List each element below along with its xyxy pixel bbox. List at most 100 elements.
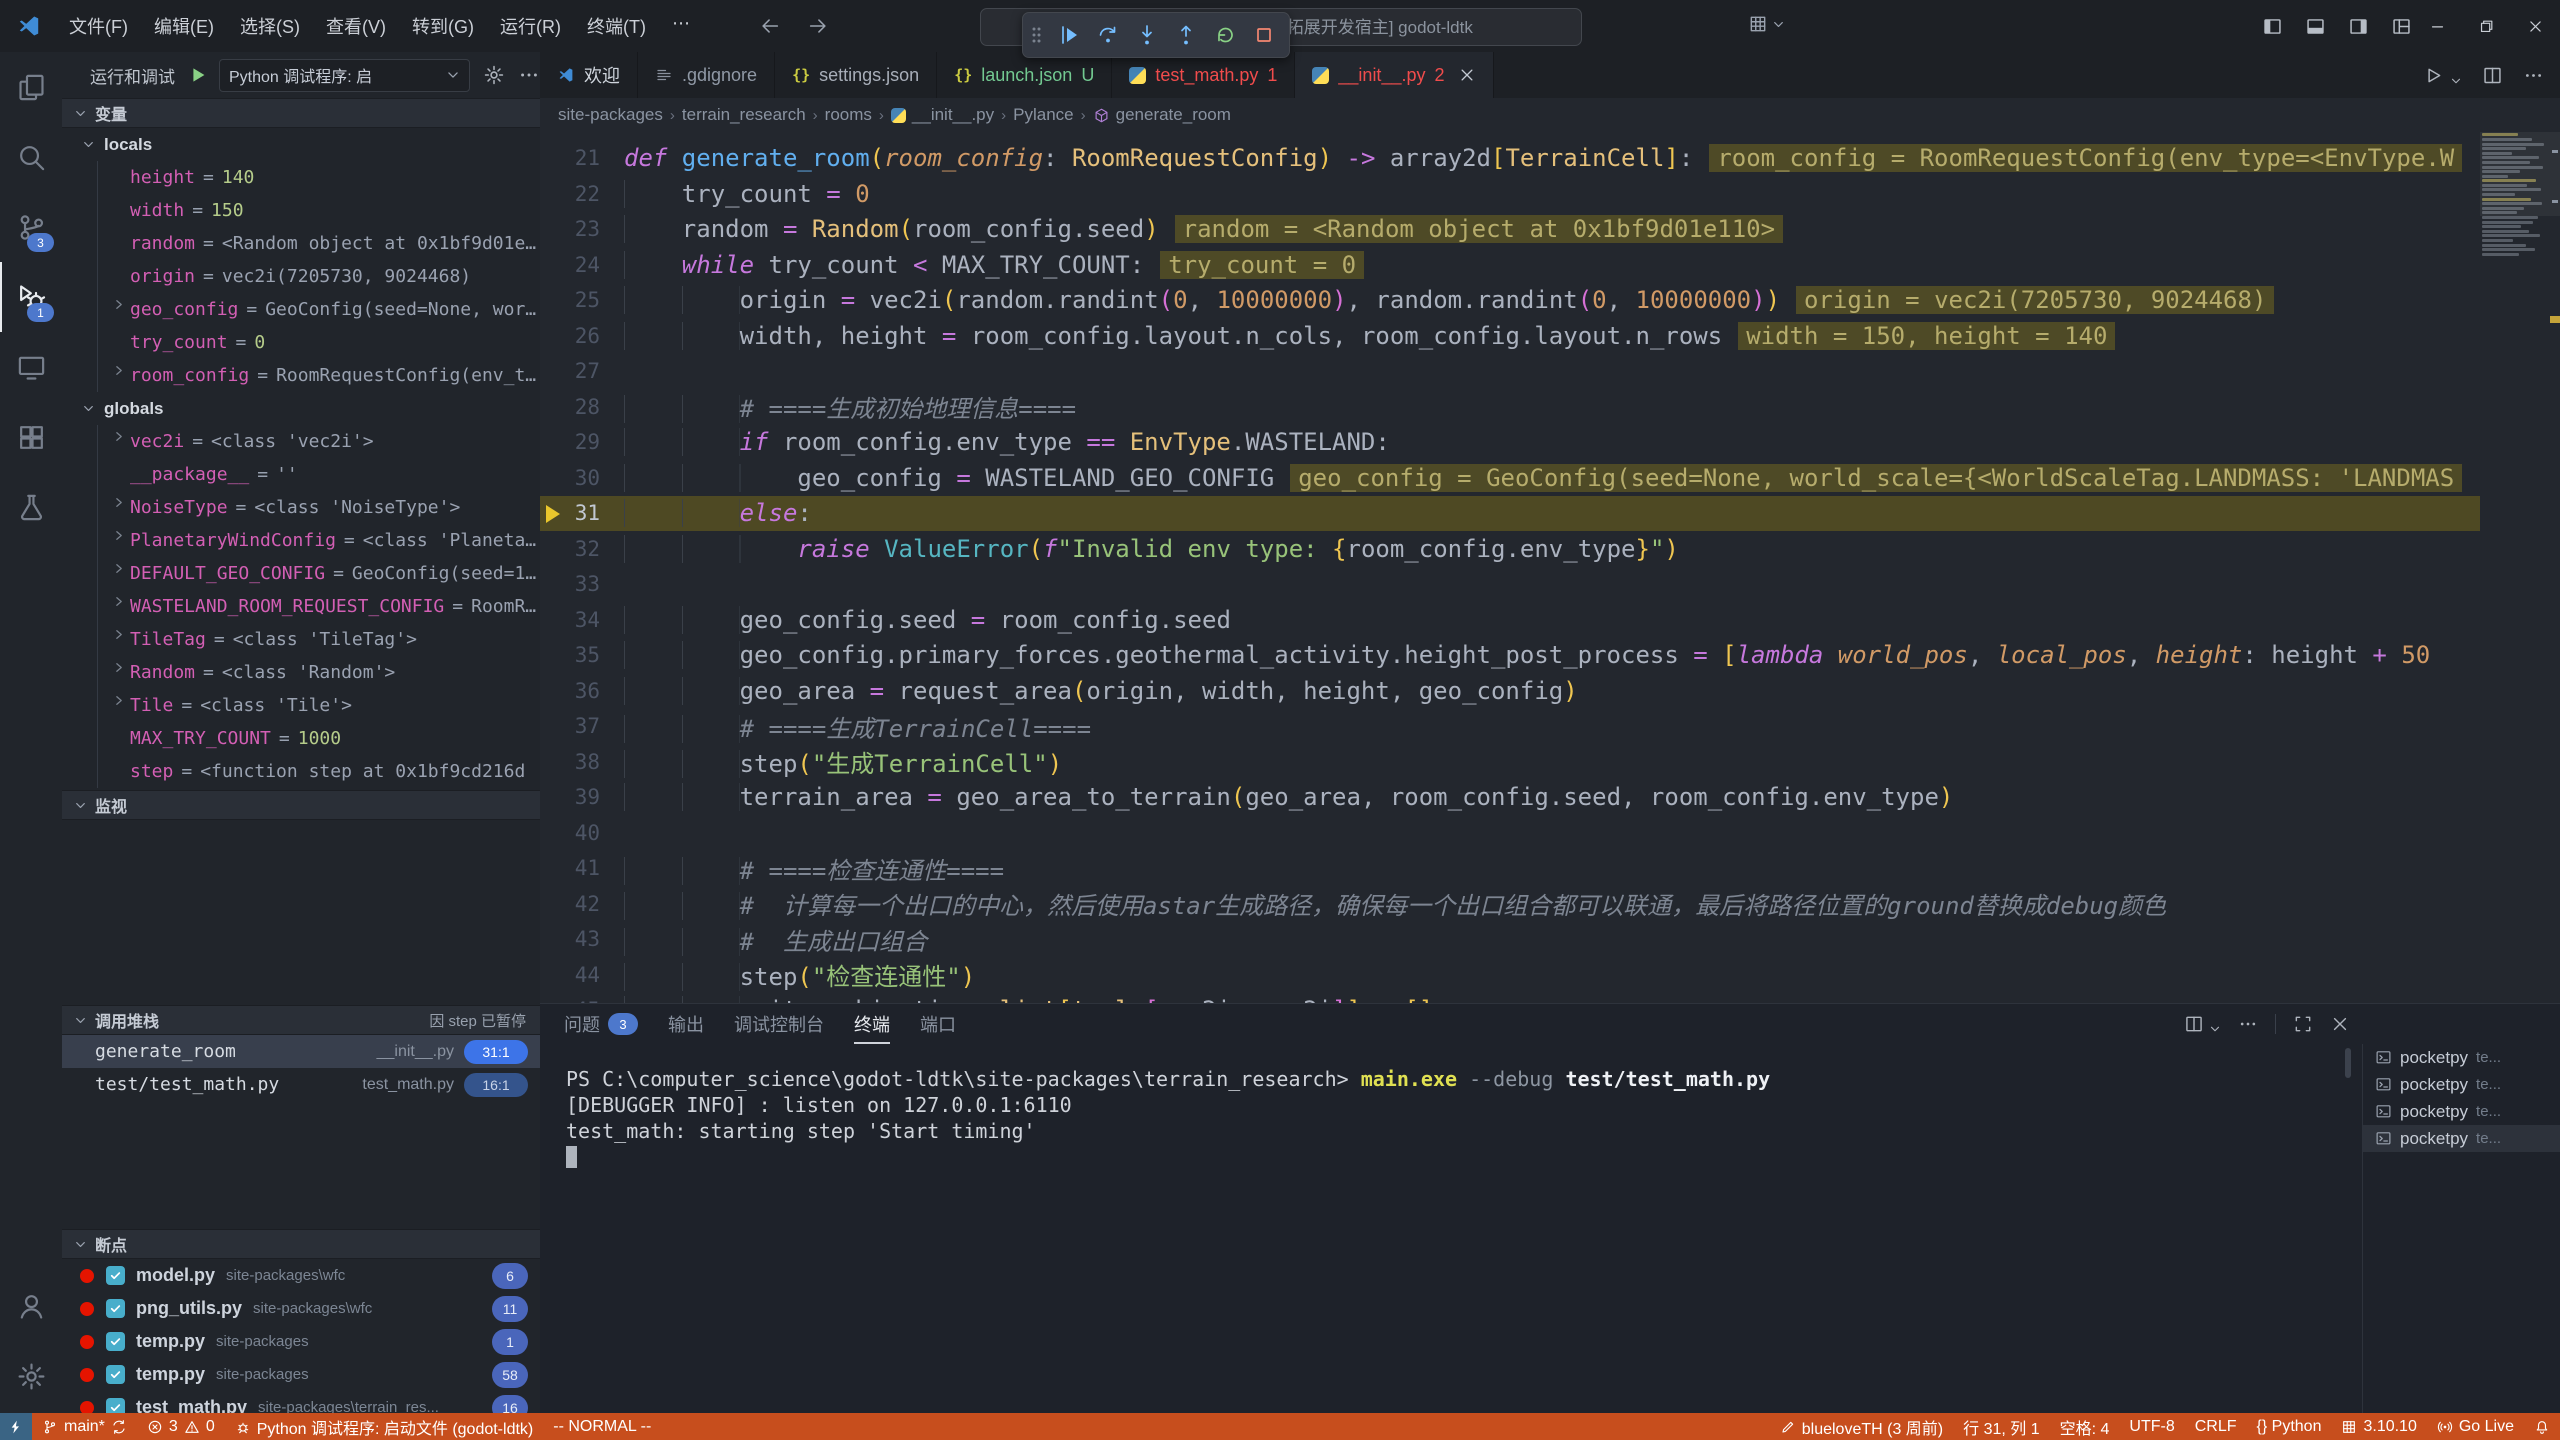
variable-row[interactable]: step=<function step at 0x1bf9cd216d [62, 755, 540, 788]
variable-row[interactable]: WASTELAND_ROOM_REQUEST_CONFIG=RoomR… [62, 590, 540, 623]
code-line-45[interactable]: 45 exit_combinations:list[tuple[vec2i, v… [540, 993, 2480, 1004]
python-version[interactable]: 3.10.10 [2331, 1413, 2426, 1440]
code-line-33[interactable]: 33 [540, 567, 2480, 603]
panel-tab-终端[interactable]: 终端 [854, 1004, 890, 1044]
breakpoint-checkbox[interactable] [106, 1332, 125, 1351]
panel-layout-quickpick[interactable] [1748, 14, 1785, 34]
code-line-27[interactable]: 27 [540, 354, 2480, 390]
variable-row[interactable]: TileTag=<class 'TileTag'> [62, 623, 540, 656]
variable-row[interactable]: Random=<class 'Random'> [62, 656, 540, 689]
tab-settings.json[interactable]: {}settings.json [775, 52, 937, 98]
more-icon[interactable] [2238, 1014, 2258, 1034]
tab-.gdignore[interactable]: .gdignore [638, 52, 775, 98]
code-line-34[interactable]: 34 geo_config.seed = room_config.seed [540, 602, 2480, 638]
variable-row[interactable]: PlanetaryWindConfig=<class 'Planeta… [62, 524, 540, 557]
menu-item[interactable]: 编辑(E) [141, 7, 227, 45]
variables-section-header[interactable]: 变量 [62, 98, 540, 128]
variable-row[interactable]: Tile=<class 'Tile'> [62, 689, 540, 722]
maximize-icon[interactable] [2293, 1014, 2313, 1034]
breadcrumb-item[interactable]: generate_room [1093, 105, 1231, 125]
chevron-down-icon[interactable] [2209, 1023, 2221, 1035]
grid-icon[interactable] [1748, 14, 1768, 34]
debug-settings-gear-button[interactable] [483, 64, 505, 86]
panel-tab-问题[interactable]: 问题3 [564, 1004, 638, 1044]
code-line-35[interactable]: 35 geo_config.primary_forces.geothermal_… [540, 638, 2480, 674]
code-line-21[interactable]: 21def generate_room(room_config: RoomReq… [540, 141, 2480, 177]
terminal-list-item[interactable]: pocketpyte... [2363, 1098, 2560, 1125]
code-line-28[interactable]: 28 # ====生成初始地理信息==== [540, 389, 2480, 425]
menu-item[interactable]: 文件(F) [56, 7, 141, 45]
restart-button[interactable] [1208, 18, 1242, 52]
terminal-list-item[interactable]: pocketpyte... [2363, 1125, 2560, 1152]
code-line-42[interactable]: 42 # 计算每一个出口的中心，然后使用astar生成路径，确保每一个出口组合都… [540, 886, 2480, 922]
code-line-32[interactable]: 32 raise ValueError(f"Invalid env type: … [540, 531, 2480, 567]
breakpoints-section-header[interactable]: 断点 [62, 1229, 540, 1259]
activity-item-account[interactable] [0, 1271, 62, 1341]
cursor-position[interactable]: 行 31, 列 1 [1953, 1413, 2049, 1440]
code-line-41[interactable]: 41 # ====检查连通性==== [540, 851, 2480, 887]
sidebar-right-icon[interactable] [2348, 16, 2369, 37]
gitlens-author[interactable]: blueloveTH (3 周前) [1770, 1413, 1953, 1440]
maximize-button[interactable] [2462, 0, 2511, 52]
activity-item-debug[interactable]: 1 [0, 262, 62, 332]
variable-row[interactable]: height=140 [62, 161, 540, 194]
call-stack-section-header[interactable]: 调用堆栈 因 step 已暂停 [62, 1005, 540, 1035]
panel-tab-调试控制台[interactable]: 调试控制台 [734, 1004, 824, 1044]
stop-button[interactable] [1247, 18, 1281, 52]
activity-item-flask[interactable] [0, 472, 62, 542]
variable-row[interactable]: origin=vec2i(7205730, 9024468) [62, 260, 540, 293]
variable-scope-locals[interactable]: locals [62, 128, 540, 161]
variable-row[interactable]: MAX_TRY_COUNT=1000 [62, 722, 540, 755]
call-stack-frame[interactable]: test/test_math.pytest_math.py16:1 [62, 1068, 540, 1101]
chevron-down-icon[interactable] [2450, 75, 2462, 87]
activity-item-extensions[interactable] [0, 402, 62, 472]
go-live[interactable]: Go Live [2427, 1413, 2524, 1440]
split-icon[interactable] [2184, 1014, 2204, 1034]
play-outline-icon[interactable] [2423, 65, 2444, 86]
code-line-22[interactable]: 22 try_count = 0 [540, 176, 2480, 212]
git-branch[interactable]: main* [32, 1413, 137, 1440]
code-line-26[interactable]: 26 width, height = room_config.layout.n_… [540, 318, 2480, 354]
code-line-20[interactable]: 20 [540, 132, 2480, 141]
close-window-button[interactable] [2511, 0, 2560, 52]
encoding[interactable]: UTF-8 [2119, 1413, 2184, 1440]
breadcrumb-item[interactable]: site-packages [558, 105, 663, 125]
code-line-44[interactable]: 44 step("检查连通性") [540, 957, 2480, 993]
code-line-29[interactable]: 29 if room_config.env_type == EnvType.WA… [540, 425, 2480, 461]
activity-item-search[interactable] [0, 122, 62, 192]
code-editor[interactable]: 2021def generate_room(room_config: RoomR… [540, 132, 2480, 1003]
tab-launch.json[interactable]: {}launch.jsonU [937, 52, 1112, 98]
indentation[interactable]: 空格: 4 [2050, 1413, 2120, 1440]
variable-scope-globals[interactable]: globals [62, 392, 540, 425]
breakpoint-checkbox[interactable] [106, 1398, 125, 1413]
variable-row[interactable]: geo_config=GeoConfig(seed=None, wor… [62, 293, 540, 326]
menu-item[interactable]: 运行(R) [487, 7, 574, 45]
variable-row[interactable]: try_count=0 [62, 326, 540, 359]
variable-row[interactable]: __package__='' [62, 458, 540, 491]
menu-item[interactable]: 查看(V) [313, 7, 399, 45]
code-line-38[interactable]: 38 step("生成TerrainCell") [540, 744, 2480, 780]
step-over-button[interactable] [1091, 18, 1125, 52]
tab-欢迎[interactable]: 欢迎 [540, 52, 638, 98]
back-icon[interactable] [759, 15, 781, 37]
panel-tab-输出[interactable]: 输出 [668, 1004, 704, 1044]
code-line-37[interactable]: 37 # ====生成TerrainCell==== [540, 709, 2480, 745]
variable-row[interactable]: random=<Random object at 0x1bf9d01e… [62, 227, 540, 260]
code-line-24[interactable]: 24 while try_count < MAX_TRY_COUNT:try_c… [540, 247, 2480, 283]
tab-__init__.py[interactable]: __init__.py2 [1295, 52, 1493, 98]
terminal-output[interactable]: PS C:\computer_science\godot-ldtk\site-p… [566, 1066, 2336, 1170]
code-line-25[interactable]: 25 origin = vec2i(random.randint(0, 1000… [540, 283, 2480, 319]
activity-item-gear[interactable] [0, 1341, 62, 1411]
breakpoint-row[interactable]: png_utils.pysite-packages\wfc11 [62, 1292, 540, 1325]
layout-icon[interactable] [2391, 16, 2412, 37]
panel-bottom-icon[interactable] [2305, 16, 2326, 37]
more-icon[interactable] [2523, 65, 2544, 86]
sidebar-left-icon[interactable] [2262, 16, 2283, 37]
minimize-button[interactable] [2413, 0, 2462, 52]
forward-icon[interactable] [807, 15, 829, 37]
panel-tab-端口[interactable]: 端口 [920, 1004, 956, 1044]
breadcrumb-item[interactable]: rooms [825, 105, 872, 125]
tab-test_math.py[interactable]: test_math.py1 [1112, 52, 1295, 98]
breadcrumb-item[interactable]: __init__.py [891, 105, 994, 125]
debug-session[interactable]: Python 调试程序: 启动文件 (godot-ldtk) [225, 1413, 544, 1440]
